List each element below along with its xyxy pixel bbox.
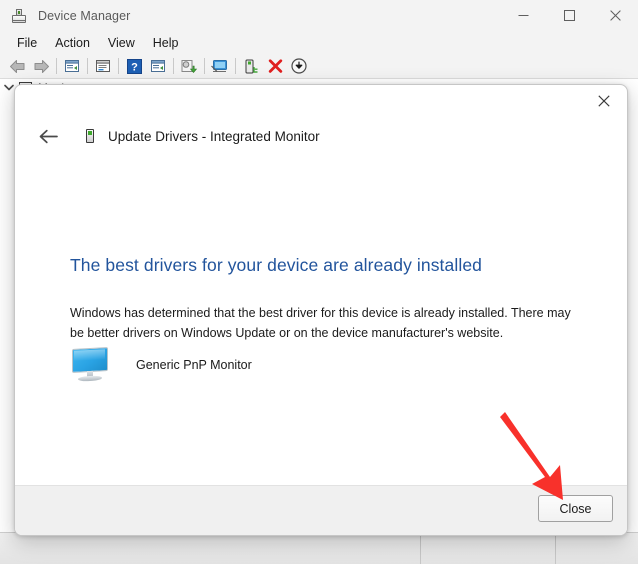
uninstall-device-icon[interactable] xyxy=(239,55,263,77)
toolbar-separator xyxy=(87,58,88,74)
menu-item-file[interactable]: File xyxy=(8,34,46,52)
svg-text:?: ? xyxy=(131,61,138,73)
back-arrow-icon[interactable] xyxy=(36,123,62,149)
disable-device-icon[interactable] xyxy=(263,55,287,77)
status-bar xyxy=(0,532,638,564)
dialog-title: Update Drivers - Integrated Monitor xyxy=(108,129,320,144)
dialog-header: Update Drivers - Integrated Monitor xyxy=(15,121,627,151)
close-window-button[interactable] xyxy=(592,0,638,31)
device-name-label: Generic PnP Monitor xyxy=(136,358,252,372)
menu-item-action[interactable]: Action xyxy=(46,34,99,52)
properties-icon[interactable] xyxy=(60,55,84,77)
menu-bar: File Action View Help xyxy=(0,31,638,54)
window-title: Device Manager xyxy=(38,9,130,23)
device-manager-window: Device Manager File Action View Help xyxy=(0,0,638,564)
dialog-close-icon[interactable] xyxy=(581,85,627,117)
back-icon[interactable] xyxy=(5,55,29,77)
close-button[interactable]: Close xyxy=(538,495,613,522)
dialog-footer: Close xyxy=(15,485,627,535)
help-icon[interactable]: ? xyxy=(122,55,146,77)
status-pane-tertiary xyxy=(556,533,638,564)
caption-button-group xyxy=(500,0,638,31)
forward-icon[interactable] xyxy=(29,55,53,77)
computer-device-icon xyxy=(82,128,98,144)
monitor-icon xyxy=(70,347,110,383)
update-driver-download-icon[interactable] xyxy=(287,55,311,77)
toolbar-separator xyxy=(56,58,57,74)
toolbar-separator xyxy=(235,58,236,74)
toolbar-separator xyxy=(118,58,119,74)
dialog-body-text: Windows has determined that the best dri… xyxy=(70,303,573,343)
status-pane-main xyxy=(0,533,421,564)
minimize-button[interactable] xyxy=(500,0,546,31)
title-bar: Device Manager xyxy=(0,0,638,31)
toolbar-separator xyxy=(204,58,205,74)
menu-item-view[interactable]: View xyxy=(99,34,144,52)
scan-hardware-changes-icon[interactable] xyxy=(177,55,201,77)
status-pane-secondary xyxy=(421,533,556,564)
menu-item-help[interactable]: Help xyxy=(144,34,188,52)
toolbar: ? xyxy=(0,54,638,78)
toolbar-separator xyxy=(173,58,174,74)
maximize-button[interactable] xyxy=(546,0,592,31)
device-manager-icon xyxy=(11,8,27,24)
update-driver-icon[interactable] xyxy=(146,55,170,77)
dialog-heading: The best drivers for your device are alr… xyxy=(70,255,482,276)
update-drivers-dialog: Update Drivers - Integrated Monitor The … xyxy=(14,84,628,536)
device-row: Generic PnP Monitor xyxy=(70,347,252,383)
add-legacy-hardware-icon[interactable] xyxy=(208,55,232,77)
show-hidden-devices-icon[interactable] xyxy=(91,55,115,77)
